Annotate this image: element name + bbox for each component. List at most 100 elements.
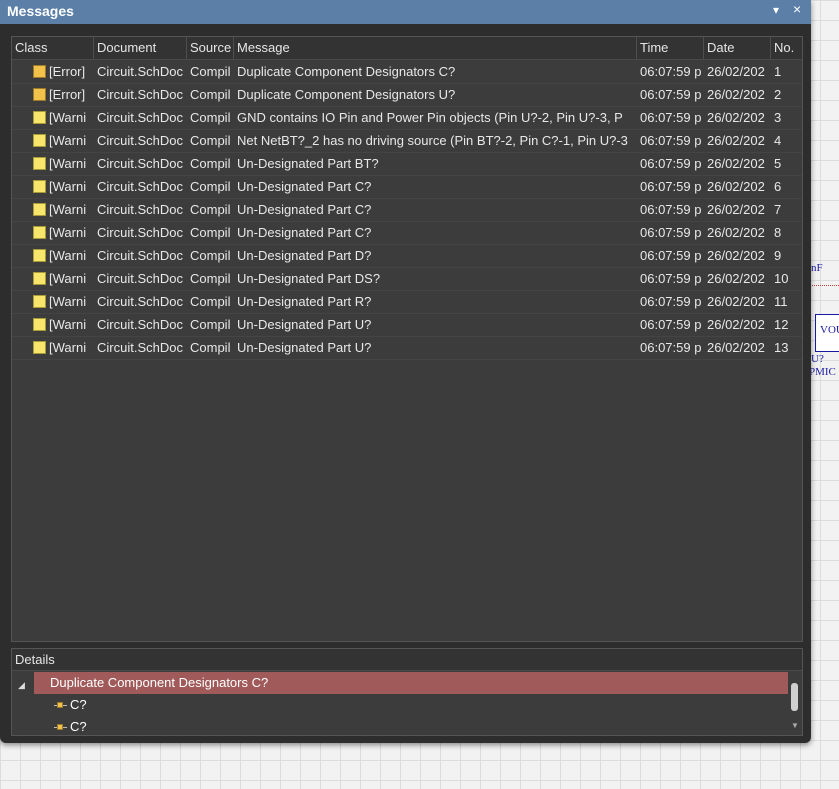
warning-class-icon bbox=[33, 318, 46, 331]
cell-no: 7 bbox=[774, 202, 782, 217]
cell-no: 2 bbox=[774, 87, 782, 102]
cell-time: 06:07:59 p bbox=[640, 87, 702, 102]
scrollbar-thumb[interactable] bbox=[791, 683, 798, 711]
table-row[interactable]: [Warni Circuit.SchDoc Compil Un-Designated … bbox=[12, 313, 802, 337]
cell-no: 6 bbox=[774, 179, 782, 194]
warning-class-icon bbox=[33, 272, 46, 285]
cell-document: Circuit.SchDoc bbox=[97, 271, 183, 286]
warning-class-icon bbox=[33, 295, 46, 308]
cell-date: 26/02/202 bbox=[707, 87, 765, 102]
cell-source: Compil bbox=[190, 87, 231, 102]
warning-class-icon bbox=[33, 111, 46, 124]
schematic-component: VOU bbox=[815, 314, 839, 352]
cell-no: 9 bbox=[774, 248, 782, 263]
cell-source: Compil bbox=[190, 156, 231, 171]
collapse-arrow-icon[interactable]: ◢ bbox=[18, 680, 25, 691]
cell-source: Compil bbox=[190, 248, 231, 263]
cell-class: [Warni bbox=[49, 271, 87, 286]
close-icon[interactable]: × bbox=[793, 1, 801, 17]
table-row[interactable]: [Error] Circuit.SchDoc Compil Duplicate Com… bbox=[12, 60, 802, 84]
cell-document: Circuit.SchDoc bbox=[97, 317, 183, 332]
table-row[interactable]: [Warni Circuit.SchDoc Compil Un-Designated … bbox=[12, 175, 802, 199]
column-header-class[interactable]: Class bbox=[12, 37, 94, 59]
column-header-document[interactable]: Document bbox=[94, 37, 187, 59]
cell-document: Circuit.SchDoc bbox=[97, 340, 183, 355]
cell-no: 12 bbox=[774, 317, 789, 332]
warning-class-icon bbox=[33, 341, 46, 354]
error-class-icon bbox=[33, 88, 46, 101]
column-header-time[interactable]: Time bbox=[637, 37, 704, 59]
cell-date: 26/02/202 bbox=[707, 294, 765, 309]
cell-class: [Warni bbox=[49, 179, 87, 194]
cell-class: [Warni bbox=[49, 294, 87, 309]
cell-class: [Error] bbox=[49, 64, 86, 79]
cell-source: Compil bbox=[190, 110, 231, 125]
table-row[interactable]: [Warni Circuit.SchDoc Compil Un-Designated … bbox=[12, 152, 802, 176]
cell-no: 10 bbox=[774, 271, 789, 286]
cell-time: 06:07:59 p bbox=[640, 317, 702, 332]
table-row[interactable]: [Warni Circuit.SchDoc Compil GND contains I… bbox=[12, 106, 802, 130]
table-row[interactable]: [Warni Circuit.SchDoc Compil Un-Designated … bbox=[12, 290, 802, 314]
details-selected-item[interactable]: Duplicate Component Designators C? bbox=[34, 672, 788, 694]
column-header-source[interactable]: Source bbox=[187, 37, 234, 59]
panel-titlebar[interactable]: Messages ▾ × bbox=[0, 0, 811, 24]
cell-date: 26/02/202 bbox=[707, 202, 765, 217]
cell-message: Un-Designated Part DS? bbox=[237, 271, 381, 286]
cell-no: 5 bbox=[774, 156, 782, 171]
component-pin-icon bbox=[54, 701, 67, 709]
details-pane: Details ◢ ✕ Duplicate Component Designat… bbox=[11, 648, 803, 736]
cell-date: 26/02/202 bbox=[707, 340, 765, 355]
cell-date: 26/02/202 bbox=[707, 317, 765, 332]
table-row[interactable]: [Error] Circuit.SchDoc Compil Duplicate Com… bbox=[12, 83, 802, 107]
table-row[interactable]: [Warni Circuit.SchDoc Compil Un-Designated … bbox=[12, 267, 802, 291]
table-row[interactable]: [Warni Circuit.SchDoc Compil Un-Designated … bbox=[12, 336, 802, 360]
messages-panel: Messages ▾ × Class Document Source Messa… bbox=[0, 0, 811, 743]
cell-date: 26/02/202 bbox=[707, 64, 765, 79]
cell-document: Circuit.SchDoc bbox=[97, 294, 183, 309]
cell-class: [Warni bbox=[49, 156, 87, 171]
schematic-label-nf: nF bbox=[811, 262, 823, 274]
details-child-label: C? bbox=[70, 719, 87, 734]
cell-no: 1 bbox=[774, 64, 782, 79]
cell-class: [Warni bbox=[49, 225, 87, 240]
cell-time: 06:07:59 p bbox=[640, 248, 702, 263]
cell-document: Circuit.SchDoc bbox=[97, 87, 183, 102]
cell-message: Un-Designated Part C? bbox=[237, 202, 372, 217]
panel-title: Messages bbox=[7, 3, 74, 19]
cell-message: GND contains IO Pin and Power Pin object… bbox=[237, 110, 623, 125]
warning-class-icon bbox=[33, 180, 46, 193]
cell-source: Compil bbox=[190, 64, 231, 79]
cell-date: 26/02/202 bbox=[707, 179, 765, 194]
cell-class: [Warni bbox=[49, 248, 87, 263]
column-header-message[interactable]: Message bbox=[234, 37, 637, 59]
scroll-down-icon[interactable]: ▼ bbox=[791, 721, 799, 730]
cell-message: Un-Designated Part C? bbox=[237, 225, 372, 240]
cell-document: Circuit.SchDoc bbox=[97, 64, 183, 79]
cell-message: Un-Designated Part BT? bbox=[237, 156, 379, 171]
table-row[interactable]: [Warni Circuit.SchDoc Compil Net NetBT?_2 h… bbox=[12, 129, 802, 153]
table-row[interactable]: [Warni Circuit.SchDoc Compil Un-Designated … bbox=[12, 221, 802, 245]
cell-source: Compil bbox=[190, 225, 231, 240]
cell-document: Circuit.SchDoc bbox=[97, 179, 183, 194]
table-row[interactable]: [Warni Circuit.SchDoc Compil Un-Designated … bbox=[12, 198, 802, 222]
table-row[interactable]: [Warni Circuit.SchDoc Compil Un-Designated … bbox=[12, 244, 802, 268]
schematic-label-pmic: PMIC bbox=[809, 366, 836, 378]
cell-message: Un-Designated Part U? bbox=[237, 317, 372, 332]
cell-date: 26/02/202 bbox=[707, 133, 765, 148]
warning-class-icon bbox=[33, 134, 46, 147]
cell-document: Circuit.SchDoc bbox=[97, 133, 183, 148]
details-selected-text: Duplicate Component Designators C? bbox=[50, 675, 269, 690]
column-header-date[interactable]: Date bbox=[704, 37, 771, 59]
cell-class: [Warni bbox=[49, 202, 87, 217]
cell-message: Duplicate Component Designators C? bbox=[237, 64, 456, 79]
cell-no: 4 bbox=[774, 133, 782, 148]
cell-time: 06:07:59 p bbox=[640, 340, 702, 355]
details-scrollbar[interactable]: ▼ bbox=[789, 671, 801, 735]
warning-class-icon bbox=[33, 203, 46, 216]
column-header-no[interactable]: No. bbox=[771, 37, 802, 59]
cell-date: 26/02/202 bbox=[707, 271, 765, 286]
cell-time: 06:07:59 p bbox=[640, 202, 702, 217]
cell-document: Circuit.SchDoc bbox=[97, 202, 183, 217]
panel-menu-icon[interactable]: ▾ bbox=[773, 3, 779, 17]
error-class-icon bbox=[33, 65, 46, 78]
